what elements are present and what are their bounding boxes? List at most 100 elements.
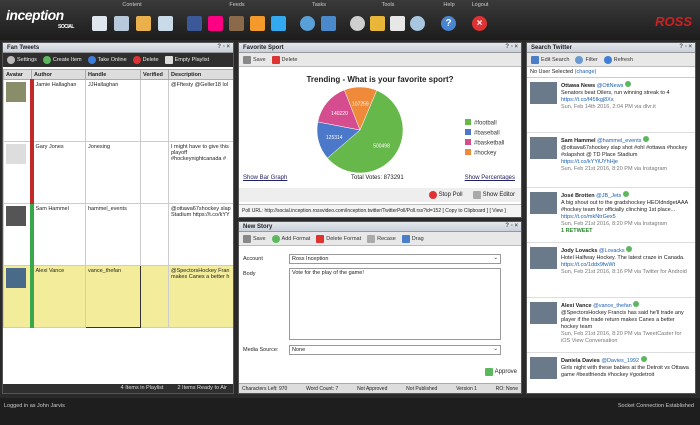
tweet-link[interactable]: https://t.co/kYYiUYhHje [561,159,692,166]
tweet-link[interactable]: https://t.co/f45Ikgj8Xs [561,97,692,104]
tweet-handle[interactable]: @Davies_1992 [601,358,639,364]
media-source-select[interactable]: None ⌄ [289,345,501,355]
ticker-icon[interactable] [114,16,129,31]
tweet-item[interactable]: Daniela Davies @Davies_1992 Girls night … [527,353,695,393]
pie-chart: 500498 125314 140220 107259 #football #baseba… [316,86,504,174]
tweet-handle[interactable]: @Lovacks [599,248,625,254]
add-icon[interactable] [626,246,633,252]
ro-status: RO: None [495,386,518,392]
panel-controls[interactable]: ? ▫ × [505,44,518,50]
save-button[interactable]: Save [243,55,266,64]
chart-icon[interactable] [136,16,151,31]
author-cell: Alexi Vance [31,265,86,328]
flickr-icon[interactable] [208,16,223,31]
clock-icon[interactable] [300,16,315,31]
author-cell: Jamie Hallaghan [31,79,86,142]
fan-tweets-table-wrap: Avatar Author Handle Verified Descriptio… [3,69,233,384]
add-icon[interactable] [624,81,631,87]
add-format-button[interactable]: Add Format [271,234,310,243]
approve-button[interactable]: Approve [484,368,517,376]
empty-playlist-button[interactable]: Empty Playlist [164,56,209,64]
help-icon[interactable]: ? [441,16,456,31]
new-story-title-bar: New Story ? ▫ × [239,222,521,232]
author-cell: Sam Hammel [31,203,86,266]
tweet-handle[interactable]: @JB_Jets [596,193,621,199]
panel-controls[interactable]: ? ▫ × [505,223,518,229]
tweet-handle[interactable]: @OttNews [597,83,624,89]
col-verified[interactable]: Verified [140,69,169,80]
tweet-handle[interactable]: @hammel_events [597,138,641,144]
col-handle[interactable]: Handle [85,69,141,80]
tweet-item[interactable]: Ottawa News @OttNews Senators beat Oiler… [527,78,695,133]
delete-button[interactable]: Delete [271,55,297,64]
table-row[interactable]: Gary Jones Jonesing I might have to give… [3,141,233,204]
gear-icon [7,56,15,64]
copy-clipboard-link[interactable]: [ Copy to Clipboard ] [443,208,489,214]
handle-cell[interactable]: vance_thefan [85,265,141,328]
avatar [530,247,557,269]
avatar [530,192,557,214]
view-link[interactable]: [ View ] [490,208,506,214]
twitter-icon[interactable] [271,16,286,31]
panel-controls[interactable]: ? ▫ × [679,44,692,50]
show-percentages-link[interactable]: Show Percentages [465,175,515,181]
key-icon[interactable] [370,16,385,31]
facebook-icon[interactable] [187,16,202,31]
table-row[interactable]: Jamie Hallaghan JJHallaghan @Fftesty @Ge… [3,79,233,142]
settings-button[interactable]: Settings [7,56,37,64]
add-icon[interactable] [622,191,629,197]
gear-icon[interactable] [350,16,365,31]
body-textarea[interactable]: Vote for the play of the game! [289,268,501,340]
tweet-handle[interactable]: @vance_thefan [593,303,632,309]
tweet-item[interactable]: Sam Hammel @hammel_events @ottawa67shock… [527,133,695,188]
show-editor-button[interactable]: Show Editor [472,191,515,199]
fan-tweets-toolbar: Settings Create Item Take Online Delete … [3,53,233,67]
table-row[interactable]: Alexi Vance vance_thefan @SpectorsHockey… [3,265,233,328]
refresh-button[interactable]: Refresh [603,55,633,64]
add-icon[interactable] [640,356,647,362]
drag-button[interactable]: Drag [401,234,424,243]
rss-icon[interactable] [250,16,265,31]
col-avatar[interactable]: Avatar [3,69,32,80]
word-count: Word Count: 7 [306,386,339,392]
edit-search-button[interactable]: Edit Search [531,55,569,64]
favorite-sport-toolbar: Save Delete [239,53,521,67]
add-icon[interactable] [633,301,640,307]
tweet-link[interactable]: https://t.co/1ddx9fwWt [561,262,692,269]
instagram-icon[interactable] [229,16,244,31]
tweet-item[interactable]: José Brotten @JB_Jets A big shout out to… [527,188,695,243]
stop-poll-button[interactable]: Stop Poll [428,191,463,199]
plus-icon [271,234,280,243]
col-description[interactable]: Description [168,69,233,80]
filter-button[interactable]: Filter [575,55,598,64]
retweet-count: 1 RETWEET [561,228,593,234]
take-online-button[interactable]: Take Online [87,56,127,64]
poll-actions: Stop Poll Show Editor [239,188,521,202]
account-select[interactable]: Ross Inception ⌄ [289,254,501,264]
tweet-link[interactable]: https://t.co/mkNtrGex5 [561,214,692,221]
magnifier-icon[interactable] [410,16,425,31]
table-row[interactable]: Sam Hammel hammel_events @ottawa67shocke… [3,203,233,266]
delete-format-button[interactable]: Delete Format [316,234,361,243]
verified-cell [140,203,169,266]
change-user-link[interactable]: (change) [575,69,597,75]
delete-button[interactable]: Delete [132,56,159,64]
add-icon[interactable] [643,136,650,142]
chevron-down-icon: ⌄ [493,255,498,261]
tweet-meta: Sun, Feb 14th 2016, 2:04 PM via dlvr.it [561,104,656,110]
save-button[interactable]: Save [243,234,266,243]
upload-icon[interactable] [321,16,336,31]
legend-swatch [465,149,471,155]
document-icon[interactable] [92,16,107,31]
panel-controls[interactable]: ? ▫ × [217,44,230,50]
recase-button[interactable]: Recase [367,234,396,243]
show-bar-graph-link[interactable]: Show Bar Graph [243,175,287,181]
list-icon[interactable] [158,16,173,31]
window-icon[interactable] [390,16,405,31]
slice-value-label: 125314 [326,135,343,141]
close-icon[interactable]: × [472,16,487,31]
col-author[interactable]: Author [31,69,86,80]
tweet-item[interactable]: Jody Lovacks @Lovacks Hotel Halfway Hock… [527,243,695,298]
tweet-item[interactable]: Alexi Vance @vance_thefan @SpectorsHocke… [527,298,695,353]
create-item-button[interactable]: Create Item [42,56,82,64]
